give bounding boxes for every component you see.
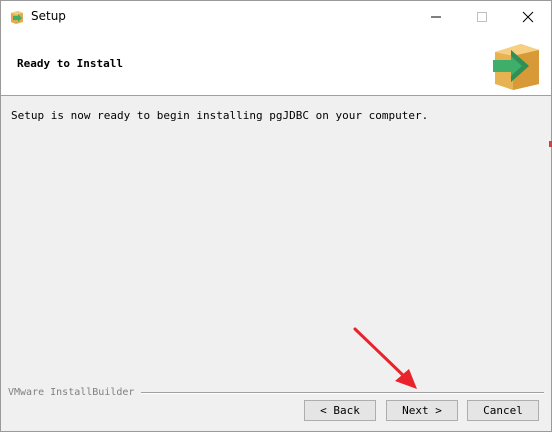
minimize-icon xyxy=(431,16,441,18)
maximize-icon xyxy=(477,12,487,22)
next-button[interactable]: Next > xyxy=(386,400,458,421)
page-title: Ready to Install xyxy=(17,57,123,70)
page-header: Ready to Install xyxy=(1,33,551,96)
install-message: Setup is now ready to begin installing p… xyxy=(11,109,429,122)
back-button[interactable]: < Back xyxy=(304,400,376,421)
setup-window: Setup Ready to Install Setup is now read… xyxy=(0,0,552,432)
cancel-button[interactable]: Cancel xyxy=(467,400,539,421)
installer-app-icon xyxy=(9,9,25,25)
installer-box-icon xyxy=(491,38,543,92)
maximize-button xyxy=(459,1,505,33)
close-icon xyxy=(522,11,534,23)
minimize-button[interactable] xyxy=(413,1,459,33)
brand-label: VMware InstallBuilder xyxy=(8,387,135,398)
window-title: Setup xyxy=(31,9,66,23)
title-bar[interactable]: Setup xyxy=(1,1,551,33)
close-button[interactable] xyxy=(505,1,551,33)
annotation-arrow xyxy=(341,323,431,395)
